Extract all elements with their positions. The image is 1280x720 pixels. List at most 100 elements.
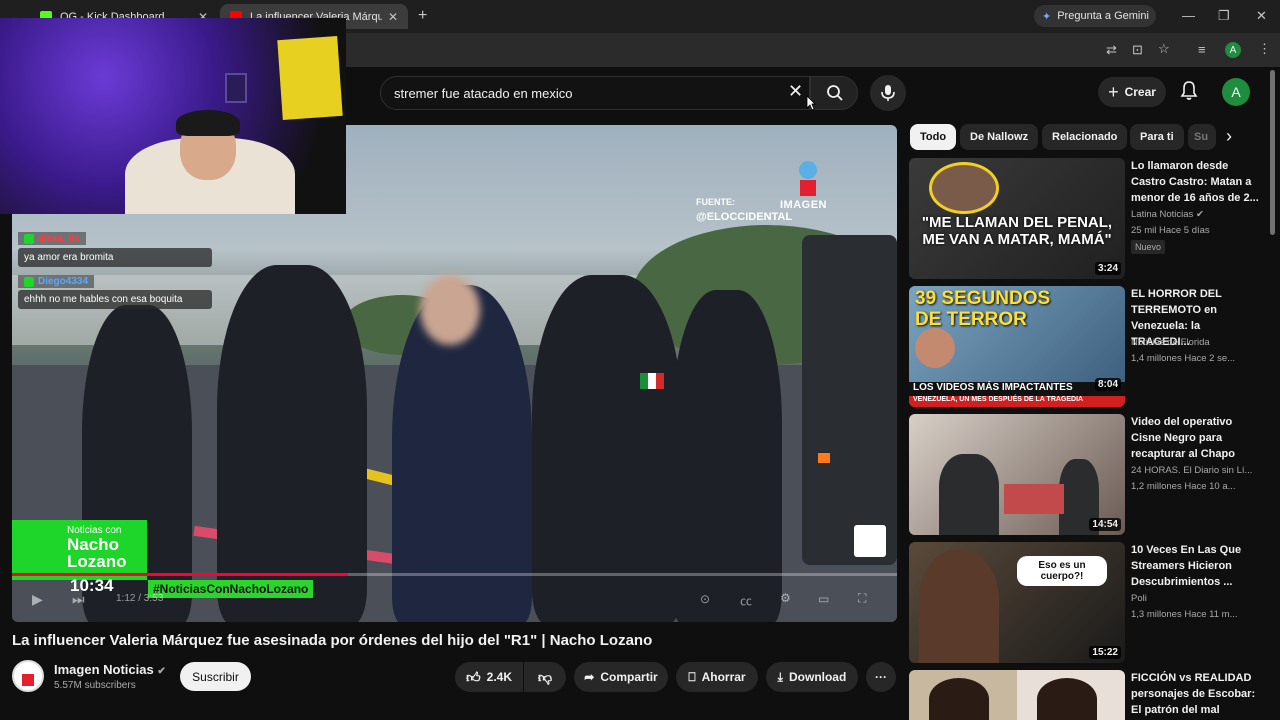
download-label: Download <box>788 670 847 684</box>
chat-user: alexa_lix <box>38 233 80 244</box>
channel-name[interactable]: Imagen Noticias ✔ <box>54 662 166 677</box>
related-channel[interactable]: Latina Noticias ✔ <box>1131 209 1261 220</box>
subscribe-button[interactable]: Suscribir <box>180 662 251 691</box>
related-thumbnail[interactable]: "ME LLAMAN DEL PENAL, ME VAN A MATAR, MA… <box>909 158 1125 279</box>
related-title[interactable]: Video del operativo Cisne Negro para rec… <box>1131 414 1259 462</box>
chat-text: ya amor era bromita <box>24 252 114 263</box>
search-input[interactable]: stremer fue atacado en mexico <box>380 76 810 110</box>
plus-icon: + <box>1108 81 1119 102</box>
duration-badge: 14:54 <box>1089 518 1121 531</box>
share-label: Compartir <box>600 670 658 684</box>
news-ticker: Noticias con Nacho Lozano <box>12 525 152 570</box>
chip-todo[interactable]: Todo <box>910 124 957 150</box>
wall-poster <box>277 36 343 120</box>
share-button[interactable]: ➦ Compartir <box>574 662 668 692</box>
like-button[interactable]: 👍︎ 2.4K <box>455 662 523 692</box>
officer-figure <box>532 275 682 622</box>
video-progress-bar[interactable] <box>12 573 897 576</box>
thumb-portrait <box>1037 678 1097 720</box>
browser-profile-avatar[interactable]: A <box>1225 42 1241 58</box>
close-tab-icon[interactable]: ✕ <box>388 10 398 24</box>
thumb-caption: "ME LLAMAN DEL PENAL, ME VAN A MATAR, MA… <box>921 214 1113 248</box>
account-avatar[interactable]: A <box>1222 78 1250 106</box>
translate-icon[interactable]: ⇄ <box>1106 42 1117 58</box>
blurred-face <box>420 275 480 345</box>
progress-fill <box>12 573 349 576</box>
chevron-right-icon[interactable]: › <box>1226 126 1232 147</box>
save-label: Ahorrar <box>701 670 746 684</box>
time-display: 1:12 / 3:53 <box>116 593 164 604</box>
search-button[interactable] <box>810 76 858 110</box>
dislike-button[interactable]: 👎︎ <box>524 662 566 692</box>
thumb-speech-bubble: Eso es un cuerpo?! <box>1017 556 1107 586</box>
chip-su[interactable]: Su <box>1188 124 1216 150</box>
minimize-icon[interactable]: — <box>1182 8 1195 23</box>
related-channel[interactable]: Noticias de Florida <box>1131 337 1261 348</box>
close-window-icon[interactable]: ✕ <box>1256 8 1267 24</box>
duration-badge: 8:04 <box>1094 378 1121 391</box>
gemini-button[interactable]: ✦ Pregunta a Gemini <box>1034 5 1156 27</box>
related-channel[interactable]: Poli <box>1131 593 1261 604</box>
thumbs-up-icon: 👍︎ <box>466 668 481 685</box>
ticker-name-1: Nacho <box>67 535 119 554</box>
browser-menu-icon[interactable]: ⋮ <box>1258 41 1271 57</box>
verified-icon: ✔ <box>157 666 166 677</box>
captions-icon[interactable]: ㏄ <box>740 592 752 609</box>
mouse-cursor-icon <box>806 95 816 111</box>
chat-message: ehhh no me hables con esa boquita <box>18 290 212 309</box>
clear-search-icon[interactable]: ✕ <box>788 81 803 102</box>
related-thumbnail[interactable]: Eso es un cuerpo?! 15:22 <box>909 542 1125 663</box>
fullscreen-icon[interactable]: ⛶ <box>858 591 866 606</box>
source-handle: @ELOCCIDENTAL <box>696 211 793 223</box>
chip-para-ti[interactable]: Para ti <box>1130 124 1184 150</box>
related-title[interactable]: Lo llamaron desde Castro Castro: Matan a… <box>1131 158 1259 206</box>
download-button[interactable]: ⤓ Download <box>766 662 858 692</box>
related-channel-text: Latina Noticias <box>1131 209 1194 220</box>
next-icon[interactable]: ⏭ <box>72 591 85 608</box>
ticker-name-2: Lozano <box>67 552 127 571</box>
more-actions-button[interactable]: ··· <box>866 662 896 692</box>
thumb-portrait <box>915 328 955 368</box>
related-thumbnail[interactable] <box>909 670 1125 720</box>
chip-de-nallowz[interactable]: De Nallowz <box>960 124 1039 150</box>
sidebar-scrollbar[interactable] <box>1270 70 1275 235</box>
voice-search-button[interactable] <box>870 75 906 111</box>
play-icon[interactable]: ▶ <box>32 591 43 608</box>
officer-figure <box>217 265 367 622</box>
imagen-brand-text: IMAGEN <box>780 199 827 211</box>
imagen-logo-icon <box>799 161 817 179</box>
gemini-label: Pregunta a Gemini <box>1057 10 1149 22</box>
thumb-portrait <box>929 678 989 720</box>
bookmark-star-icon[interactable]: ☆ <box>1158 41 1170 57</box>
related-thumbnail[interactable]: 39 SEGUNDOS DE TERROR LOS VIDEOS MÁS IMP… <box>909 286 1125 407</box>
related-title[interactable]: 10 Veces En Las Que Streamers Hicieron D… <box>1131 542 1259 590</box>
gemini-sparkle-icon: ✦ <box>1042 10 1052 23</box>
verified-icon: ✔ <box>1195 209 1204 220</box>
new-tab-button[interactable]: + <box>418 7 427 25</box>
save-button[interactable]: ⎕ Ahorrar <box>676 662 758 692</box>
streamer-hair <box>176 110 240 136</box>
settings-gear-icon[interactable]: ⚙ <box>780 591 791 605</box>
related-channel[interactable]: 24 HORAS. El Diario sin Lí... <box>1131 465 1261 476</box>
reading-list-icon[interactable]: ≡ <box>1198 42 1206 57</box>
chip-relacionado[interactable]: Relacionado <box>1042 124 1128 150</box>
chat-badge-icon <box>24 233 34 244</box>
related-title[interactable]: FICCIÓN vs REALIDAD personajes de Escoba… <box>1131 670 1259 718</box>
related-meta: 1,4 millones Hace 2 se... <box>1131 353 1236 364</box>
chat-badge-icon <box>24 276 34 287</box>
microphone-icon <box>881 85 895 101</box>
notifications-bell-icon[interactable] <box>1180 81 1198 106</box>
download-icon: ⤓ <box>777 669 783 684</box>
source-label: FUENTE: <box>696 197 735 207</box>
maximize-icon[interactable]: ❐ <box>1218 8 1230 24</box>
video-title: La influencer Valeria Márquez fue asesin… <box>12 632 653 649</box>
channel-avatar[interactable] <box>12 660 44 692</box>
create-button[interactable]: + Crear <box>1098 77 1166 107</box>
create-label: Crear <box>1124 85 1156 99</box>
related-thumbnail[interactable]: 14:54 <box>909 414 1125 535</box>
chat-username: alexa_lix <box>18 232 212 245</box>
install-app-icon[interactable]: ⊡ <box>1132 42 1143 58</box>
autoplay-toggle-icon[interactable]: ⊙ <box>700 592 710 606</box>
theater-mode-icon[interactable]: ▭ <box>818 592 829 606</box>
streamer-webcam <box>0 18 346 214</box>
